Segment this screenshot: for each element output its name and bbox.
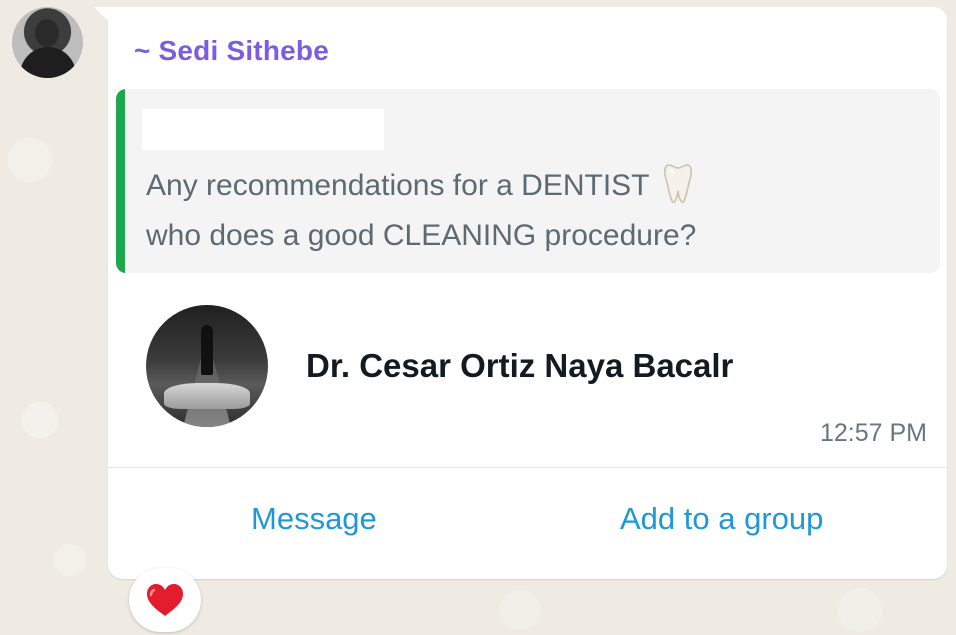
tooth-icon bbox=[662, 161, 694, 205]
add-to-group-button[interactable]: Add to a group bbox=[620, 501, 823, 537]
message-bubble[interactable]: ~ Sedi Sithebe Any recommendations for a… bbox=[108, 7, 947, 579]
quoted-line-2: who does a good CLEANING procedure? bbox=[146, 219, 697, 252]
contact-avatar-person-shape bbox=[201, 325, 213, 375]
quoted-message[interactable]: Any recommendations for a DENTIST who do… bbox=[116, 89, 940, 273]
contact-name[interactable]: Dr. Cesar Ortiz Naya Bacalr bbox=[306, 347, 733, 385]
contact-avatar-car-shape bbox=[164, 383, 250, 409]
quoted-text: Any recommendations for a DENTIST who do… bbox=[146, 161, 696, 261]
contact-avatar[interactable] bbox=[146, 305, 268, 427]
reaction-badge[interactable] bbox=[129, 568, 201, 632]
quoted-author-redacted bbox=[142, 109, 384, 150]
quoted-line-1: Any recommendations for a DENTIST bbox=[146, 169, 650, 202]
bubble-tail bbox=[94, 7, 108, 21]
actions-divider bbox=[108, 467, 947, 468]
sender-name[interactable]: ~ Sedi Sithebe bbox=[134, 35, 329, 67]
sender-avatar[interactable] bbox=[12, 7, 83, 78]
quote-accent-bar bbox=[116, 89, 125, 273]
avatar-shoulders-shape bbox=[20, 47, 76, 78]
avatar-head-shape bbox=[35, 19, 59, 47]
message-timestamp: 12:57 PM bbox=[819, 419, 927, 447]
heart-icon bbox=[145, 582, 185, 618]
message-contact-button[interactable]: Message bbox=[251, 501, 377, 537]
